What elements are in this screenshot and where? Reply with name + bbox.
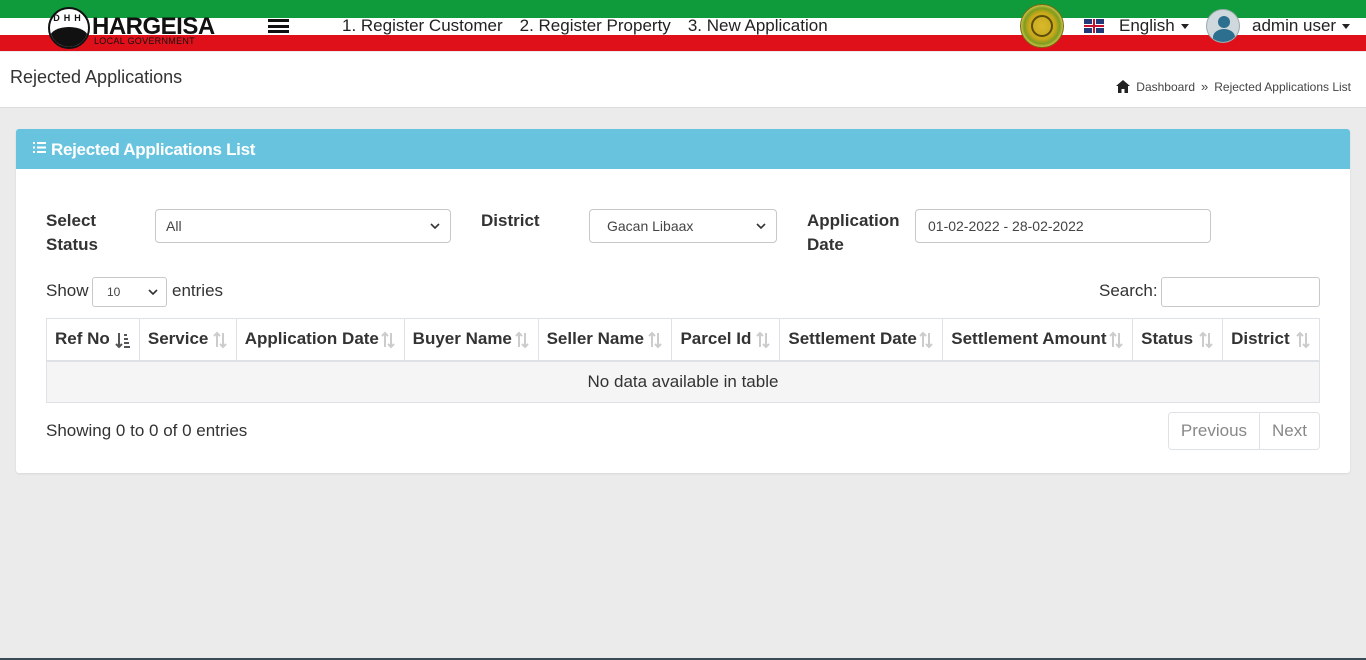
column-application-date[interactable]: Application Date [235,318,405,362]
chevron-down-icon [1342,24,1351,30]
district-filter-label: District [481,211,540,230]
breadcrumb-current: Rejected Applications List [1214,79,1351,94]
column-label: Settlement Amount [951,329,1107,349]
column-label: Seller Name [546,329,644,349]
top-navbar: DHH HARGEISA LOCAL GOVERNMENT 1. Registe… [0,0,1366,52]
home-icon [1116,80,1131,93]
language-label: English [1119,16,1175,35]
menu-toggle-icon[interactable] [268,19,289,33]
sort-icon [213,331,227,349]
sort-icon [919,331,933,349]
sort-icon [380,331,395,349]
user-dropdown[interactable]: admin user [1252,16,1351,36]
page-size-select[interactable]: 10 [92,277,167,307]
search-label: Search: [1099,281,1158,300]
sort-icon [1109,331,1123,349]
logo-letters: DHH [53,13,85,23]
date-label-line2: Date [807,235,844,254]
column-label: Buyer Name [412,329,512,349]
uk-flag-icon[interactable] [1084,19,1104,33]
table-row: No data available in table [46,360,1320,403]
status-filter-label: Select Status [46,209,98,257]
column-label: District [1231,329,1290,349]
logo-emblem-icon: DHH [48,7,90,49]
sort-icon [1296,331,1310,349]
breadcrumb: Dashboard » Rejected Applications List [1116,79,1351,94]
logo-subtitle: LOCAL GOVERNMENT [94,36,195,46]
show-label: Show [46,281,89,300]
status-label-line2: Status [46,235,98,254]
column-label: Application Date [244,329,379,349]
empty-table-message: No data available in table [46,360,1320,403]
search-input[interactable] [1161,277,1320,307]
pagination-info: Showing 0 to 0 of 0 entries [46,421,248,440]
column-settlement-date[interactable]: Settlement Date [779,318,944,362]
column-label: Status [1141,329,1194,349]
top-nav-links: 1. Register Customer 2. Register Propert… [342,16,845,36]
page-header: Rejected Applications Dashboard » Reject… [0,52,1366,108]
page-size-value: 10 [107,285,121,299]
sort-icon [756,331,771,349]
sort-icon [514,331,529,349]
column-settlement-amount[interactable]: Settlement Amount [942,318,1134,362]
date-range-input[interactable]: 01-02-2022 - 28-02-2022 [915,209,1211,243]
chevron-down-icon [430,223,440,229]
column-seller-name[interactable]: Seller Name [537,318,673,362]
column-label: Settlement Date [788,329,917,349]
pagination: Previous Next [1167,412,1320,450]
date-filter-label: Application Date [807,209,900,257]
chevron-down-icon [148,289,158,295]
column-label: Service [147,329,209,349]
status-select-value: All [166,218,182,234]
district-select-value: Gacan Libaax [607,218,694,234]
entries-label: entries [172,281,224,300]
sort-icon [648,331,663,349]
nav-new-application[interactable]: 3. New Application [688,16,828,36]
nav-register-customer[interactable]: 1. Register Customer [342,16,503,36]
card-header: Rejected Applications List [16,129,1350,169]
applications-table: Ref No Service Application Date Buyer Na… [46,318,1320,403]
sort-ascending-icon [115,333,130,349]
district-select[interactable]: Gacan Libaax [589,209,777,243]
breadcrumb-dashboard[interactable]: Dashboard [1136,80,1195,94]
status-select[interactable]: All [155,209,451,243]
government-seal-icon [1020,4,1064,48]
breadcrumb-separator: » [1201,79,1209,94]
user-name: admin user [1252,16,1337,35]
column-status[interactable]: Status [1132,318,1224,362]
column-label: Ref No [55,329,110,349]
card-title: Rejected Applications List [51,140,256,159]
column-service[interactable]: Service [138,318,237,362]
column-buyer-name[interactable]: Buyer Name [403,318,539,362]
language-dropdown[interactable]: English [1119,16,1189,36]
status-label-line1: Select [46,211,97,230]
user-avatar[interactable] [1206,9,1240,43]
chevron-down-icon [1180,24,1189,30]
column-label: Parcel Id [680,329,752,349]
table-header-row: Ref No Service Application Date Buyer Na… [46,318,1320,362]
previous-button[interactable]: Previous [1168,413,1260,449]
column-ref-no[interactable]: Ref No [46,318,140,362]
next-button[interactable]: Next [1259,413,1319,449]
column-district[interactable]: District [1222,318,1320,362]
chevron-down-icon [756,223,766,229]
nav-register-property[interactable]: 2. Register Property [520,16,671,36]
list-icon [33,142,46,153]
date-label-line1: Application [807,211,900,230]
page-title: Rejected Applications [10,67,183,87]
rejected-applications-card: Rejected Applications List Select Status… [16,129,1350,473]
sort-icon [1199,331,1213,349]
column-parcel-id[interactable]: Parcel Id [671,318,781,362]
hargeisa-logo[interactable]: DHH HARGEISA LOCAL GOVERNMENT [48,7,215,49]
